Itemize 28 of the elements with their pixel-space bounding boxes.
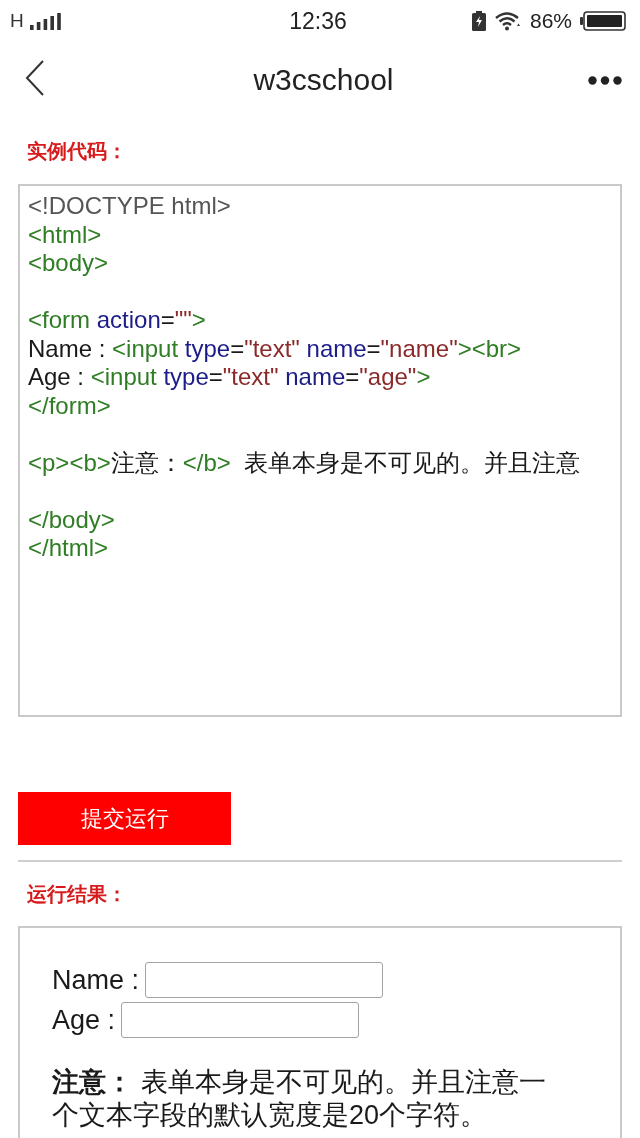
- code-line: </form>: [28, 391, 111, 420]
- code-line: Age : <input type="text" name="age">: [28, 363, 431, 392]
- field-label: Age :: [52, 1004, 116, 1036]
- section-heading: 实例代码：: [26, 138, 128, 164]
- battery-icon: [580, 11, 626, 31]
- field-label: Name :: [52, 964, 140, 996]
- charging-battery-icon: [471, 11, 486, 31]
- status-time: 12:36: [289, 7, 347, 35]
- more-icon[interactable]: [588, 75, 622, 85]
- section-heading: 运行结果：: [26, 881, 128, 907]
- page-title: w3cschool: [253, 63, 394, 97]
- run-button[interactable]: 提交运行: [18, 792, 231, 845]
- text-input-field[interactable]: [121, 1002, 360, 1038]
- code-line: <html>: [28, 220, 102, 249]
- code-line: Name : <input type="text" name="name"><br>: [28, 334, 522, 363]
- network-type: H: [10, 10, 24, 32]
- note-paragraph: 注意： 表单本身是不可见的。并且注意一个文本字段的默认宽度是20个字符。: [52, 1066, 547, 1132]
- code-line: <!DOCTYPE html>: [28, 192, 231, 221]
- code-line: </html>: [28, 534, 109, 563]
- text-input-field[interactable]: [145, 962, 384, 998]
- signal-icon: [29, 12, 62, 30]
- code-line: <p><b>注意：</b> 表单本身是不可见的。并且注意: [28, 448, 581, 477]
- back-icon[interactable]: [25, 60, 45, 96]
- code-line: <form action="">: [28, 306, 206, 335]
- wifi-icon: [493, 11, 522, 31]
- battery-percent: 86%: [529, 9, 572, 33]
- code-line: </body>: [28, 505, 115, 534]
- code-line: <body>: [28, 249, 109, 278]
